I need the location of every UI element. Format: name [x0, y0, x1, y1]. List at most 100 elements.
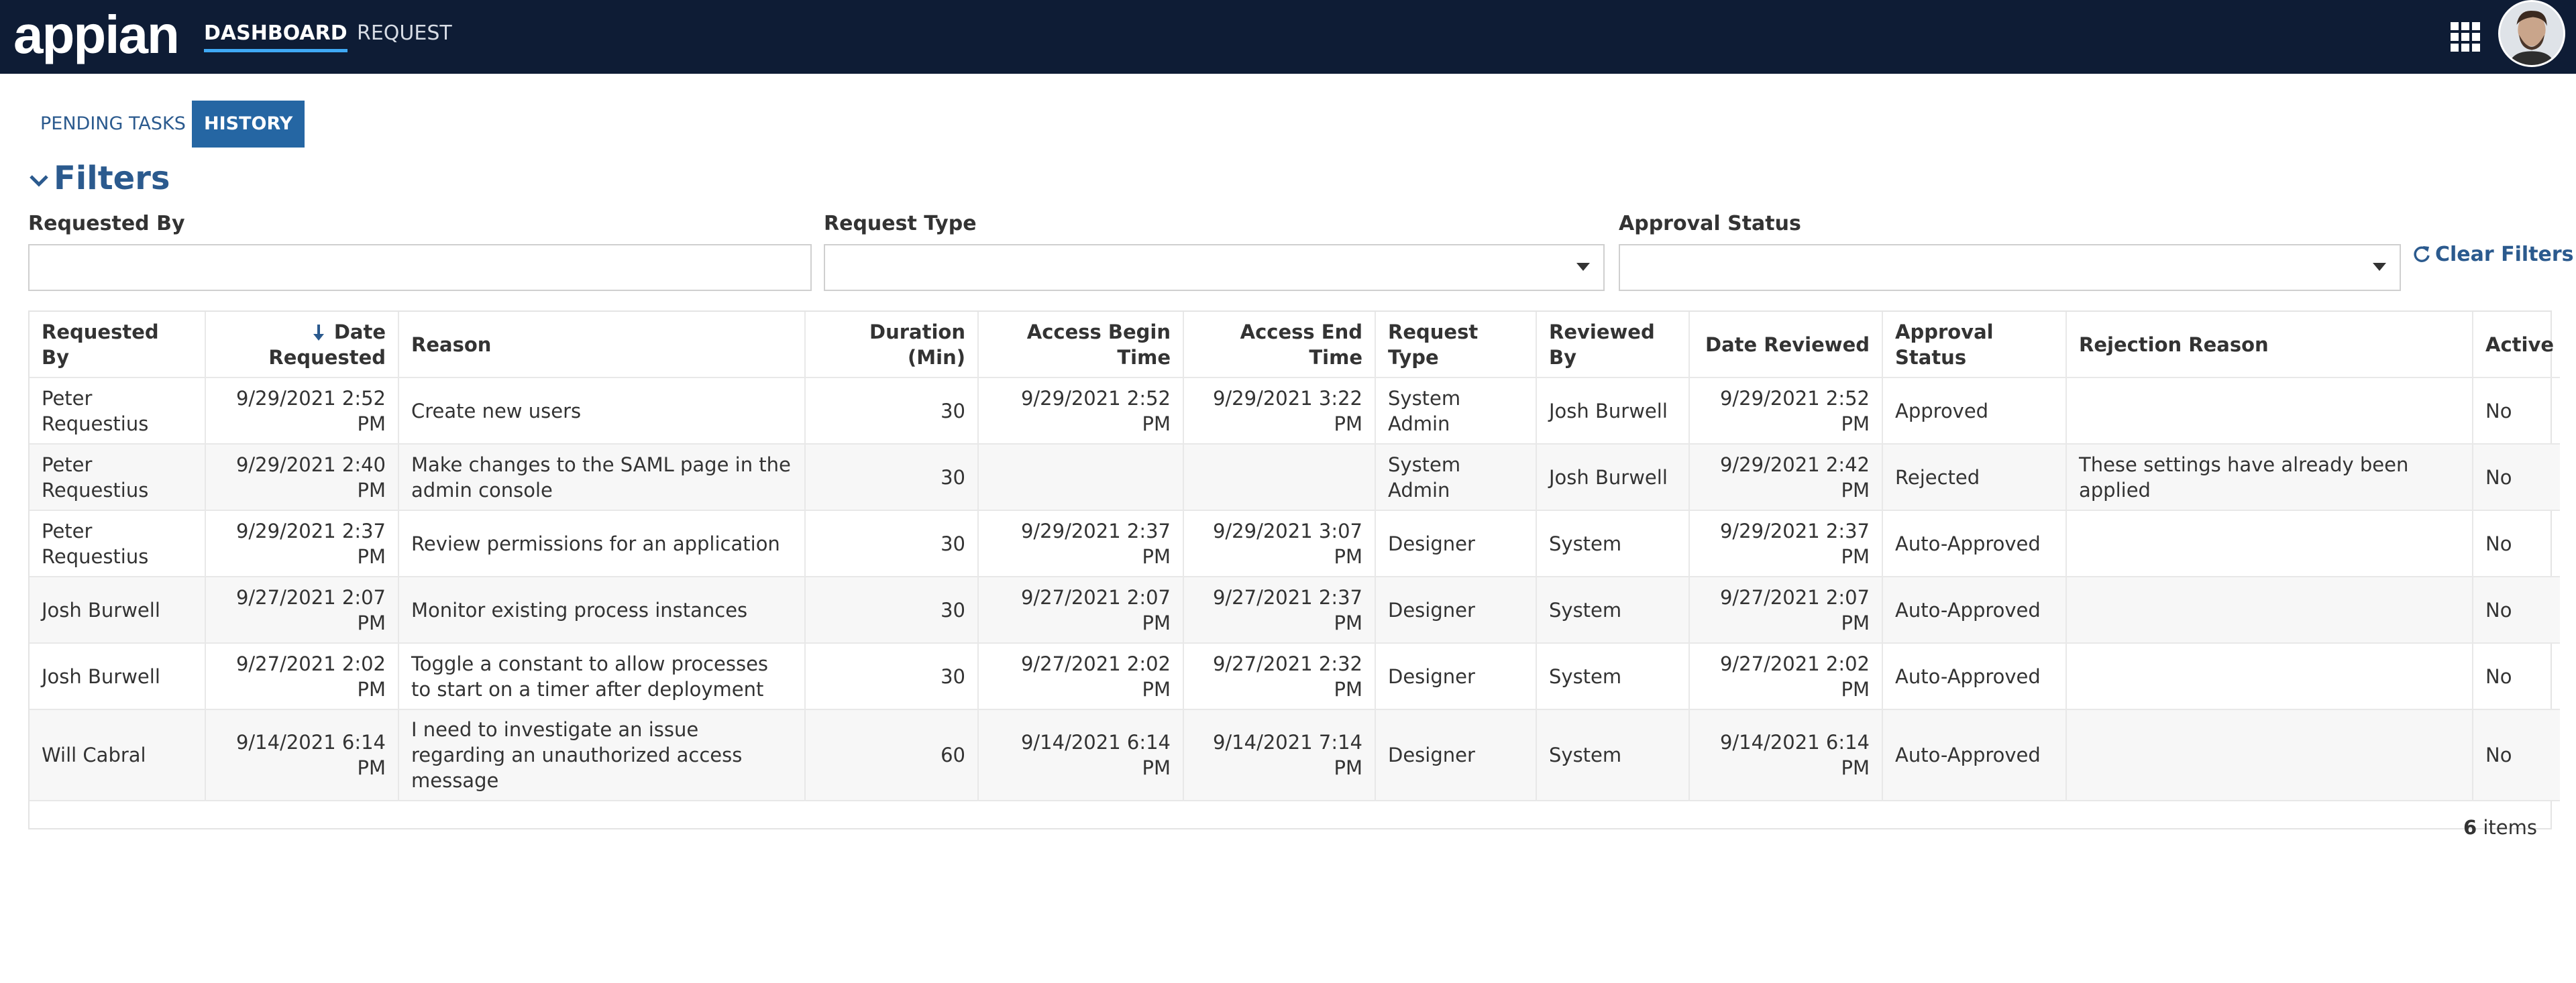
- cell-access-begin-time: [978, 444, 1184, 511]
- requested-by-input[interactable]: [28, 244, 812, 291]
- cell-reason: Make changes to the SAML page in the adm…: [398, 444, 806, 511]
- cell-request-type: System Admin: [1375, 444, 1537, 511]
- col-header-access-end-time[interactable]: Access End Time: [1183, 312, 1376, 378]
- filters-section-toggle[interactable]: Filters: [27, 158, 170, 198]
- cell-date-requested: 9/27/2021 2:07 PM: [205, 577, 399, 644]
- cell-date-reviewed: 9/29/2021 2:42 PM: [1689, 444, 1883, 511]
- cell-active: No: [2473, 510, 2560, 577]
- cell-reason: Create new users: [398, 378, 806, 445]
- nav-dashboard-label: DASHBOARD: [204, 21, 347, 45]
- items-count-label: items: [2483, 816, 2537, 839]
- cell-access-begin-time: 9/27/2021 2:02 PM: [978, 643, 1184, 710]
- cell-requested-by: Josh Burwell: [30, 577, 206, 644]
- cell-active: No: [2473, 378, 2560, 445]
- col-header-date-requested-label: Date Requested: [268, 320, 386, 369]
- table-row: Peter Requestius 9/29/2021 2:52 PM Creat…: [30, 378, 2560, 445]
- appian-logo[interactable]: appian: [13, 1, 180, 68]
- col-header-rejection-reason[interactable]: Rejection Reason: [2066, 312, 2473, 378]
- cell-requested-by: Peter Requestius: [30, 444, 206, 511]
- cell-access-end-time: 9/29/2021 3:07 PM: [1183, 510, 1376, 577]
- cell-active: No: [2473, 709, 2560, 801]
- cell-reviewed-by: System: [1536, 709, 1690, 801]
- cell-date-requested: 9/27/2021 2:02 PM: [205, 643, 399, 710]
- cell-reviewed-by: Josh Burwell: [1536, 378, 1690, 445]
- cell-date-reviewed: 9/29/2021 2:37 PM: [1689, 510, 1883, 577]
- cell-access-begin-time: 9/29/2021 2:37 PM: [978, 510, 1184, 577]
- request-type-label: Request Type: [824, 212, 977, 235]
- table-row: Peter Requestius 9/29/2021 2:40 PM Make …: [30, 444, 2560, 511]
- dropdown-caret-icon: [2373, 263, 2386, 271]
- cell-reason: I need to investigate an issue regarding…: [398, 709, 806, 801]
- cell-rejection-reason: [2066, 378, 2473, 445]
- cell-access-begin-time: 9/29/2021 2:52 PM: [978, 378, 1184, 445]
- cell-date-requested: 9/29/2021 2:40 PM: [205, 444, 399, 511]
- nav-active-underline: [204, 49, 347, 52]
- cell-active: No: [2473, 444, 2560, 511]
- clear-filters-label: Clear Filters: [2435, 243, 2574, 266]
- cell-approval-status: Auto-Approved: [1882, 577, 2067, 644]
- history-table: Requested By Date Requested Reason Durat…: [30, 312, 2560, 801]
- cell-access-end-time: [1183, 444, 1376, 511]
- request-type-dropdown[interactable]: [824, 244, 1605, 291]
- cell-reason: Review permissions for an application: [398, 510, 806, 577]
- user-photo-icon: [2500, 2, 2563, 65]
- cell-rejection-reason: [2066, 510, 2473, 577]
- grid-footer: 6 items: [30, 801, 2551, 852]
- cell-date-requested: 9/14/2021 6:14 PM: [205, 709, 399, 801]
- items-count: 6 items: [2463, 815, 2537, 840]
- avatar[interactable]: [2498, 0, 2565, 67]
- cell-rejection-reason: These settings have already been applied: [2066, 444, 2473, 511]
- cell-approval-status: Auto-Approved: [1882, 709, 2067, 801]
- col-header-date-requested[interactable]: Date Requested: [205, 312, 399, 378]
- items-count-number: 6: [2463, 816, 2477, 839]
- col-header-date-reviewed[interactable]: Date Reviewed: [1689, 312, 1883, 378]
- cell-access-end-time: 9/29/2021 3:22 PM: [1183, 378, 1376, 445]
- chevron-down-icon: [30, 175, 48, 187]
- clear-filters-link[interactable]: Clear Filters: [2412, 241, 2574, 268]
- cell-approval-status: Rejected: [1882, 444, 2067, 511]
- cell-active: No: [2473, 577, 2560, 644]
- cell-request-type: Designer: [1375, 643, 1537, 710]
- cell-access-end-time: 9/27/2021 2:37 PM: [1183, 577, 1376, 644]
- table-row: Will Cabral 9/14/2021 6:14 PM I need to …: [30, 709, 2560, 801]
- col-header-request-type[interactable]: Request Type: [1375, 312, 1537, 378]
- col-header-duration[interactable]: Duration (Min): [805, 312, 979, 378]
- cell-active: No: [2473, 643, 2560, 710]
- cell-duration: 30: [805, 577, 979, 644]
- cell-approval-status: Approved: [1882, 378, 2067, 445]
- requested-by-label: Requested By: [28, 212, 185, 235]
- cell-request-type: Designer: [1375, 709, 1537, 801]
- nav-dashboard[interactable]: DASHBOARD: [204, 20, 347, 52]
- cell-approval-status: Auto-Approved: [1882, 643, 2067, 710]
- cell-requested-by: Will Cabral: [30, 709, 206, 801]
- cell-date-reviewed: 9/27/2021 2:07 PM: [1689, 577, 1883, 644]
- grid-icon[interactable]: [2450, 21, 2481, 52]
- col-header-active[interactable]: Active: [2473, 312, 2560, 378]
- cell-request-type: Designer: [1375, 577, 1537, 644]
- top-navigation-bar: appian DASHBOARD REQUEST: [0, 0, 2576, 74]
- cell-duration: 30: [805, 643, 979, 710]
- tab-history[interactable]: HISTORY: [192, 101, 305, 148]
- nav-request[interactable]: REQUEST: [357, 20, 452, 47]
- refresh-icon: [2414, 246, 2430, 262]
- col-header-requested-by[interactable]: Requested By: [30, 312, 206, 378]
- tab-pending-tasks[interactable]: PENDING TASKS: [28, 101, 198, 148]
- cell-access-end-time: 9/14/2021 7:14 PM: [1183, 709, 1376, 801]
- col-header-reviewed-by[interactable]: Reviewed By: [1536, 312, 1690, 378]
- cell-duration: 30: [805, 444, 979, 511]
- table-row: Peter Requestius 9/29/2021 2:37 PM Revie…: [30, 510, 2560, 577]
- table-row: Josh Burwell 9/27/2021 2:02 PM Toggle a …: [30, 643, 2560, 710]
- dropdown-caret-icon: [1576, 263, 1590, 271]
- approval-status-dropdown[interactable]: [1619, 244, 2401, 291]
- cell-requested-by: Josh Burwell: [30, 643, 206, 710]
- cell-request-type: Designer: [1375, 510, 1537, 577]
- col-header-approval-status[interactable]: Approval Status: [1882, 312, 2067, 378]
- cell-date-reviewed: 9/14/2021 6:14 PM: [1689, 709, 1883, 801]
- cell-access-end-time: 9/27/2021 2:32 PM: [1183, 643, 1376, 710]
- cell-date-reviewed: 9/27/2021 2:02 PM: [1689, 643, 1883, 710]
- col-header-access-begin-time[interactable]: Access Begin Time: [978, 312, 1184, 378]
- history-grid: Requested By Date Requested Reason Durat…: [28, 310, 2560, 839]
- col-header-reason[interactable]: Reason: [398, 312, 806, 378]
- cell-reviewed-by: System: [1536, 643, 1690, 710]
- cell-approval-status: Auto-Approved: [1882, 510, 2067, 577]
